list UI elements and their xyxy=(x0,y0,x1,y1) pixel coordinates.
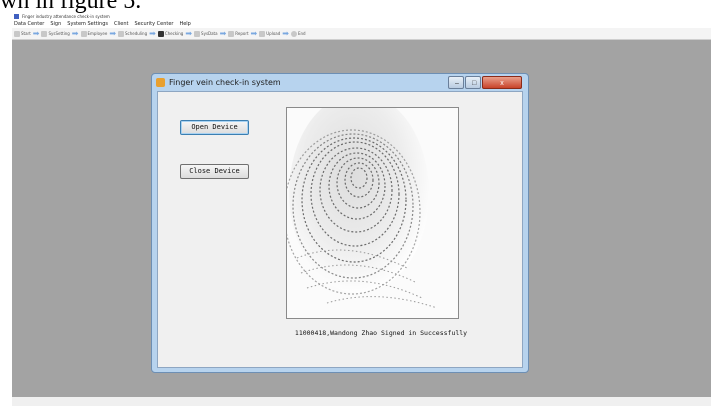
toolbar-checking-label: Checking xyxy=(164,31,184,36)
toolbar-end[interactable]: End xyxy=(290,30,306,37)
toolbar-start[interactable]: Start xyxy=(14,30,31,37)
toolbar-start-label: Start xyxy=(21,31,31,36)
toolbar-checking[interactable]: Checking xyxy=(157,30,184,37)
menu-bar: Data Center Sign System Settings Client … xyxy=(12,20,711,28)
check-in-dialog: Finger vein check-in system – □ x Open D… xyxy=(151,73,529,373)
arrow-right-icon: ➡ xyxy=(282,28,289,38)
arrow-right-icon: ➡ xyxy=(71,28,79,38)
menu-data-center[interactable]: Data Center xyxy=(14,20,44,28)
end-icon xyxy=(290,30,297,37)
close-device-button[interactable]: Close Device xyxy=(180,164,249,179)
toolbar-upload-label: Upload xyxy=(266,31,281,36)
dialog-client-area: Open Device Close Device 11000418,Wandon… xyxy=(157,91,523,368)
toolbar-scheduling[interactable]: Scheduling xyxy=(118,30,148,37)
toolbar-employee-label: Employee xyxy=(87,31,108,36)
menu-system-settings[interactable]: System Settings xyxy=(67,20,108,28)
menu-client[interactable]: Client xyxy=(114,20,128,28)
settings-icon xyxy=(41,30,48,37)
sign-in-status: 11000418,Wandong Zhao Signed in Successf… xyxy=(294,329,468,337)
report-icon xyxy=(228,30,235,37)
menu-sign[interactable]: Sign xyxy=(50,20,61,28)
arrow-right-icon: ➡ xyxy=(109,28,117,38)
menu-help[interactable]: Help xyxy=(179,20,190,28)
arrow-right-icon: ➡ xyxy=(185,28,193,38)
maximize-button[interactable]: □ xyxy=(465,76,481,89)
upload-icon xyxy=(259,30,266,37)
toolbar-syssetting-label: SysSetting xyxy=(48,31,70,36)
fingerprint-image xyxy=(287,108,458,318)
status-strip xyxy=(12,397,711,406)
arrow-right-icon: ➡ xyxy=(149,28,156,38)
employee-icon xyxy=(80,30,87,37)
toolbar-report[interactable]: Report xyxy=(228,30,249,37)
toolbar-syssetting[interactable]: SysSetting xyxy=(41,30,70,37)
toolbar-report-label: Report xyxy=(235,31,249,36)
arrow-right-icon: ➡ xyxy=(32,28,40,38)
menu-security-center[interactable]: Security Center xyxy=(135,20,174,28)
app-title: Finger industry attendance check-in syst… xyxy=(22,14,110,19)
app-icon xyxy=(156,78,165,87)
finger-vein-image xyxy=(286,107,459,319)
arrow-right-icon: ➡ xyxy=(219,28,227,38)
toolbar-scheduling-label: Scheduling xyxy=(125,31,148,36)
start-icon xyxy=(14,30,20,37)
minimize-button[interactable]: – xyxy=(448,76,464,89)
calendar-icon xyxy=(118,30,125,37)
app-logo-icon xyxy=(14,14,19,19)
figure-caption: wn in figure 5. xyxy=(0,0,142,14)
workflow-toolbar: Start ➡ SysSetting ➡ Employee ➡ Scheduli… xyxy=(12,28,711,40)
arrow-right-icon: ➡ xyxy=(250,28,258,38)
dialog-title: Finger vein check-in system xyxy=(169,78,281,87)
toolbar-upload[interactable]: Upload xyxy=(259,30,281,37)
toolbar-sysdata[interactable]: SysData xyxy=(194,30,218,37)
data-icon xyxy=(194,30,201,37)
open-device-button[interactable]: Open Device xyxy=(180,120,249,135)
person-running-icon xyxy=(157,30,164,37)
close-window-button[interactable]: x xyxy=(482,76,522,89)
app-title-bar: Finger industry attendance check-in syst… xyxy=(12,13,711,20)
toolbar-sysdata-label: SysData xyxy=(201,31,218,36)
toolbar-employee[interactable]: Employee xyxy=(80,30,108,37)
toolbar-end-label: End xyxy=(297,31,306,36)
